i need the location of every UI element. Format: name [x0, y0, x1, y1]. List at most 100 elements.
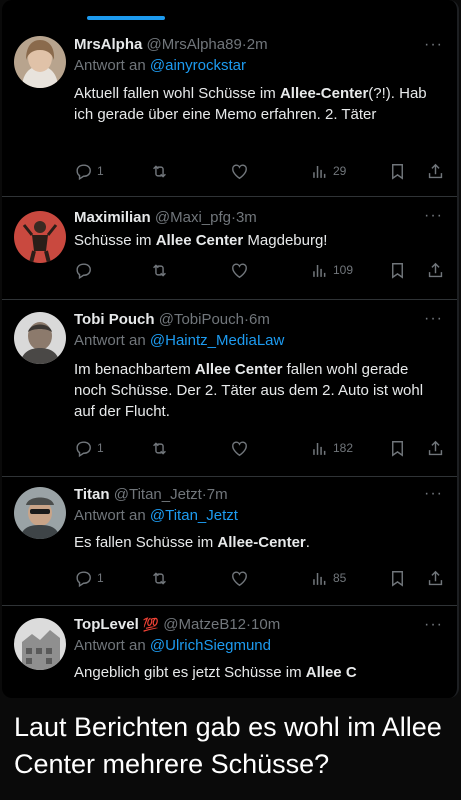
like-icon [230, 439, 249, 458]
share-button[interactable] [426, 439, 445, 458]
display-name[interactable]: Maximilian [74, 209, 151, 226]
tweet[interactable]: MrsAlpha @MrsAlpha89·2m Antwort an @ainy… [2, 30, 457, 197]
views-icon [310, 261, 329, 280]
bookmark-icon [388, 569, 407, 588]
reply-icon [74, 162, 93, 181]
reply-label: Antwort an [74, 57, 146, 74]
like-icon [230, 162, 249, 181]
like-button[interactable] [230, 162, 249, 181]
active-tab-indicator [87, 16, 165, 20]
tweet[interactable]: TopLevel 💯 @MatzeB12·10m Antwort an @Ulr… [2, 606, 457, 698]
share-icon [426, 439, 445, 458]
timeline-panel: MrsAlpha @MrsAlpha89·2m Antwort an @ainy… [2, 0, 459, 698]
reply-button[interactable]: 1 [74, 162, 104, 181]
avatar[interactable] [14, 487, 66, 539]
reply-context: Antwort an @UlrichSiegmund [74, 636, 445, 656]
reply-count: 1 [97, 441, 104, 455]
reply-icon [74, 261, 93, 280]
tweet-text: Es fallen Schüsse im Allee-Center. [74, 534, 310, 551]
tweet-text: Im benachbartem Allee Center fallen wohl… [74, 361, 424, 420]
retweet-icon [150, 261, 169, 280]
timestamp[interactable]: 7m [207, 486, 228, 503]
more-icon[interactable]: ··· [424, 616, 443, 634]
tweet[interactable]: Titan @Titan_Jetzt·7m Antwort an @Titan_… [2, 477, 457, 606]
retweet-button[interactable] [150, 261, 169, 280]
retweet-button[interactable] [150, 162, 169, 181]
more-icon[interactable]: ··· [424, 310, 443, 328]
tweet[interactable]: Tobi Pouch @TobiPouch·6m Antwort an @Hai… [2, 300, 457, 477]
mention-link[interactable]: @ainyrockstar [150, 57, 246, 74]
user-handle[interactable]: @MrsAlpha89 [147, 36, 242, 53]
like-button[interactable] [230, 439, 249, 458]
display-name[interactable]: Tobi Pouch [74, 311, 155, 328]
reply-button[interactable]: 1 [74, 569, 104, 588]
mention-link[interactable]: @Haintz_MediaLaw [150, 332, 284, 349]
views-button[interactable]: 109 [310, 261, 353, 280]
reply-count: 1 [97, 571, 104, 585]
tweet[interactable]: Maximilian @Maxi_pfg·3m Schüsse im Allee… [2, 197, 457, 300]
reply-label: Antwort an [74, 332, 146, 349]
mention-link[interactable]: @Titan_Jetzt [150, 507, 238, 524]
bookmark-button[interactable] [388, 569, 407, 588]
retweet-icon [150, 569, 169, 588]
display-name[interactable]: MrsAlpha [74, 36, 142, 53]
bookmark-button[interactable] [388, 162, 407, 181]
reply-button[interactable] [74, 261, 93, 280]
avatar[interactable] [14, 312, 66, 364]
timestamp[interactable]: 10m [251, 616, 280, 633]
views-button[interactable]: 29 [310, 162, 346, 181]
tweet-actions: 109 [74, 259, 445, 281]
retweet-icon [150, 439, 169, 458]
timestamp[interactable]: 2m [247, 36, 268, 53]
reply-context: Antwort an @Titan_Jetzt [74, 506, 445, 526]
bookmark-button[interactable] [388, 261, 407, 280]
share-icon [426, 261, 445, 280]
tweet-header: Titan @Titan_Jetzt·7m [74, 485, 445, 505]
mention-link[interactable]: @UlrichSiegmund [150, 637, 271, 654]
more-icon[interactable]: ··· [424, 207, 443, 225]
views-icon [310, 162, 329, 181]
avatar[interactable] [14, 36, 66, 88]
bookmark-button[interactable] [388, 439, 407, 458]
views-count: 29 [333, 164, 347, 178]
avatar[interactable] [14, 211, 66, 263]
retweet-button[interactable] [150, 439, 169, 458]
share-button[interactable] [426, 261, 445, 280]
share-icon [426, 569, 445, 588]
tweet-header: Tobi Pouch @TobiPouch·6m [74, 310, 445, 330]
display-name[interactable]: TopLevel [74, 616, 139, 633]
views-icon [310, 439, 329, 458]
share-button[interactable] [426, 162, 445, 181]
like-button[interactable] [230, 261, 249, 280]
tweet-actions: 1 85 [74, 567, 445, 589]
retweet-icon [150, 162, 169, 181]
user-handle[interactable]: @MatzeB12 [163, 616, 246, 633]
display-name[interactable]: Titan [74, 486, 110, 503]
tweet-header: MrsAlpha @MrsAlpha89·2m [74, 35, 445, 55]
timestamp[interactable]: 3m [236, 209, 257, 226]
like-icon [230, 261, 249, 280]
tweet-actions: 1 29 [74, 160, 445, 182]
like-button[interactable] [230, 569, 249, 588]
user-handle[interactable]: @TobiPouch [159, 311, 244, 328]
avatar[interactable] [14, 618, 66, 670]
views-button[interactable]: 85 [310, 569, 346, 588]
retweet-button[interactable] [150, 569, 169, 588]
reply-label: Antwort an [74, 507, 146, 524]
user-handle[interactable]: @Titan_Jetzt [114, 486, 202, 503]
reply-button[interactable]: 1 [74, 439, 104, 458]
like-icon [230, 569, 249, 588]
views-count: 182 [333, 441, 354, 455]
tweet-text: Schüsse im Allee Center Magdeburg! [74, 232, 328, 249]
reply-icon [74, 439, 93, 458]
reply-count: 1 [97, 164, 104, 178]
reply-label: Antwort an [74, 637, 146, 654]
more-icon[interactable]: ··· [424, 36, 443, 54]
tweet-header: TopLevel 💯 @MatzeB12·10m [74, 615, 445, 635]
views-button[interactable]: 182 [310, 439, 353, 458]
bookmark-icon [388, 439, 407, 458]
more-icon[interactable]: ··· [424, 485, 443, 503]
timestamp[interactable]: 6m [249, 311, 270, 328]
user-handle[interactable]: @Maxi_pfg [155, 209, 231, 226]
share-button[interactable] [426, 569, 445, 588]
